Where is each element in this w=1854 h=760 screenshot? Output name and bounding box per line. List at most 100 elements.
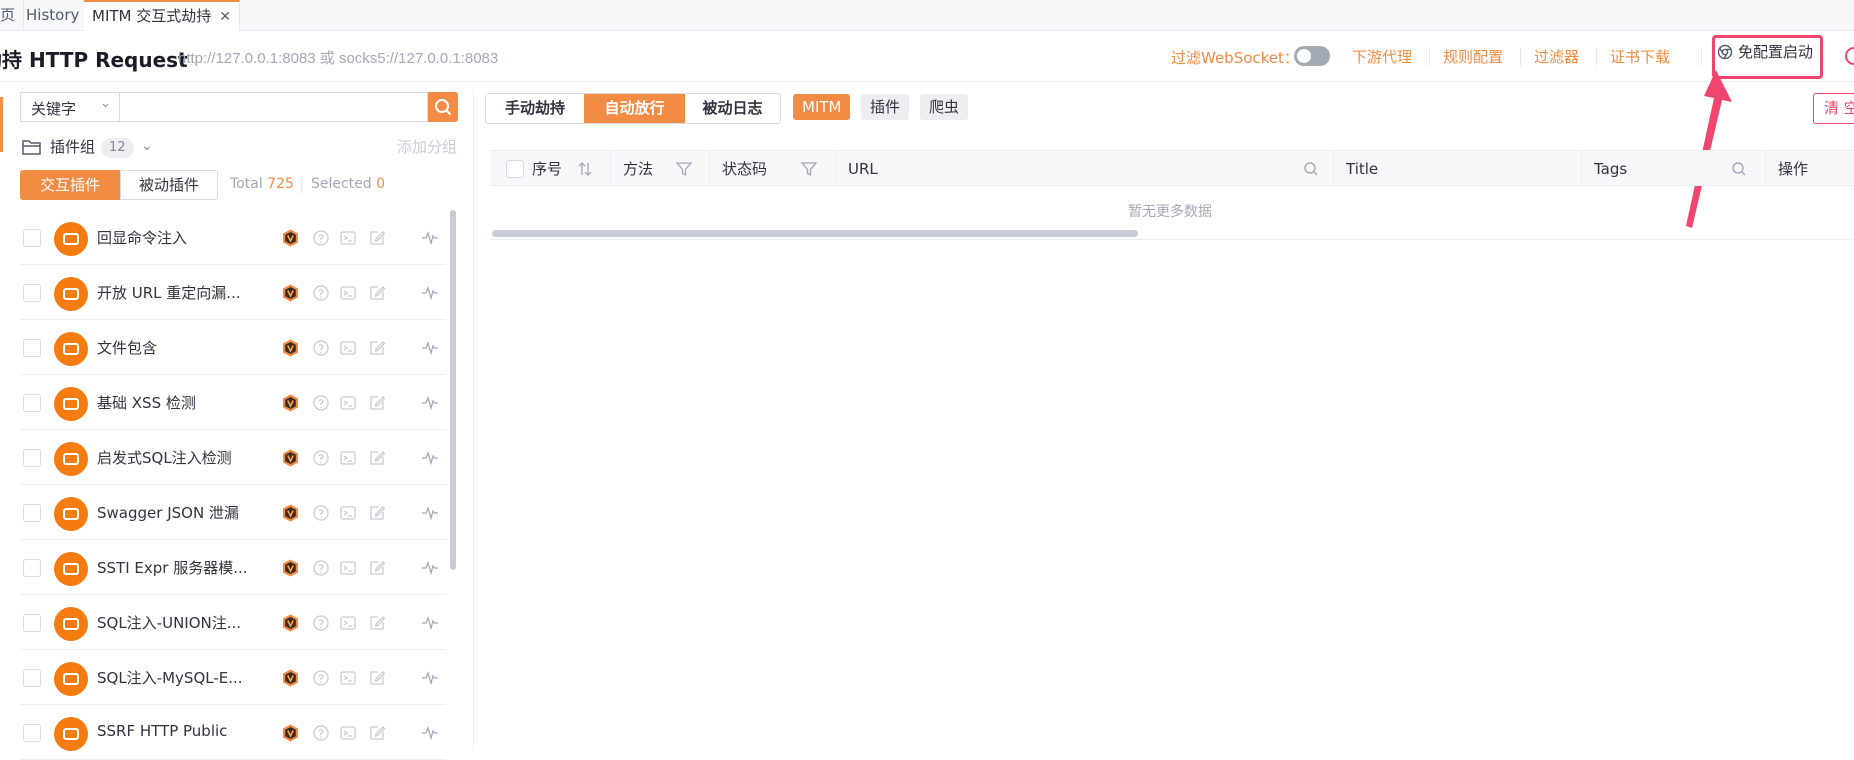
search-icon[interactable] [1302, 160, 1320, 178]
plugin-selected: Selected 0 [311, 176, 385, 192]
plugin-item[interactable]: SSRF HTTP Public [20, 705, 446, 760]
edit-icon[interactable] [368, 669, 386, 687]
plugin-checkbox[interactable] [23, 669, 41, 687]
terminal-icon[interactable] [339, 614, 357, 632]
plugin-item[interactable]: SSTI Expr 服务器模... [20, 540, 446, 595]
help-icon[interactable] [312, 284, 330, 302]
help-icon[interactable] [312, 724, 330, 742]
plugin-checkbox[interactable] [23, 229, 41, 247]
cert-download-link[interactable]: 证书下载 [1610, 46, 1670, 67]
terminal-icon[interactable] [339, 504, 357, 522]
search-type-select[interactable]: 关键字 ⌄ [20, 92, 119, 122]
search-icon[interactable] [1730, 160, 1748, 178]
terminal-icon[interactable] [339, 449, 357, 467]
manual-hijack-button[interactable]: 手动劫持 [486, 94, 584, 123]
plugin-checkbox[interactable] [23, 339, 41, 357]
plugin-item[interactable]: 回显命令注入 [20, 210, 446, 265]
auto-pass-button[interactable]: 自动放行 [584, 94, 685, 123]
plugin-checkbox[interactable] [23, 614, 41, 632]
toggle-knob [1297, 49, 1311, 63]
plugin-checkbox[interactable] [23, 394, 41, 412]
terminal-icon[interactable] [339, 724, 357, 742]
pulse-icon[interactable] [421, 669, 439, 687]
plugin-checkbox[interactable] [23, 284, 41, 302]
plugin-name: 启发式SQL注入检测 [97, 449, 232, 467]
scrollbar[interactable] [450, 210, 456, 570]
column-actions: 操作 [1766, 151, 1854, 187]
plugin-checkbox[interactable] [23, 504, 41, 522]
filter-plugin[interactable]: 插件 [861, 94, 910, 120]
help-icon[interactable] [312, 339, 330, 357]
pulse-icon[interactable] [421, 614, 439, 632]
pulse-icon[interactable] [421, 449, 439, 467]
plugin-item[interactable]: SQL注入-UNION注... [20, 595, 446, 650]
plugin-search-input[interactable] [119, 92, 428, 122]
pulse-icon[interactable] [421, 559, 439, 577]
pulse-icon[interactable] [421, 504, 439, 522]
edit-icon[interactable] [368, 724, 386, 742]
filter-icon[interactable] [800, 160, 818, 178]
tab-passive-plugins[interactable]: 被动插件 [120, 170, 218, 200]
edit-icon[interactable] [368, 614, 386, 632]
pulse-icon[interactable] [421, 284, 439, 302]
plugin-item[interactable]: SQL注入-MySQL-E... [20, 650, 446, 705]
edit-icon[interactable] [368, 229, 386, 247]
pulse-icon[interactable] [421, 229, 439, 247]
sort-icon[interactable] [576, 160, 594, 178]
filter-icon[interactable] [675, 160, 693, 178]
help-icon[interactable] [312, 559, 330, 577]
plugin-item[interactable]: 基础 XSS 检测 [20, 375, 446, 430]
edit-icon[interactable] [368, 559, 386, 577]
plugin-item[interactable]: 启发式SQL注入检测 [20, 430, 446, 485]
close-icon[interactable]: ✕ [219, 9, 231, 25]
edit-icon[interactable] [368, 394, 386, 412]
column-method: 方法 [611, 151, 710, 187]
terminal-icon[interactable] [339, 284, 357, 302]
terminal-icon[interactable] [339, 229, 357, 247]
total-value: 725 [267, 176, 294, 192]
help-icon[interactable] [312, 614, 330, 632]
pulse-icon[interactable] [421, 394, 439, 412]
edit-icon[interactable] [368, 449, 386, 467]
stop-icon[interactable] [1845, 47, 1854, 65]
plugin-group-label[interactable]: 插件组 [50, 136, 95, 157]
terminal-icon[interactable] [339, 394, 357, 412]
plugin-checkbox[interactable] [23, 559, 41, 577]
plugin-checkbox[interactable] [23, 724, 41, 742]
pulse-icon[interactable] [421, 724, 439, 742]
edit-icon[interactable] [368, 504, 386, 522]
help-icon[interactable] [312, 504, 330, 522]
divider [301, 178, 302, 194]
plugin-item[interactable]: Swagger JSON 泄漏 [20, 485, 446, 540]
help-icon[interactable] [312, 669, 330, 687]
plugin-item[interactable]: 文件包含 [20, 320, 446, 375]
pulse-icon[interactable] [421, 339, 439, 357]
terminal-icon[interactable] [339, 669, 357, 687]
add-group-button[interactable]: 添加分组 [397, 136, 457, 157]
terminal-icon[interactable] [339, 339, 357, 357]
tab-mitm[interactable]: MITM 交互式劫持 ✕ [84, 0, 240, 31]
help-icon[interactable] [312, 394, 330, 412]
search-button[interactable] [428, 92, 458, 122]
filter-mitm[interactable]: MITM [793, 94, 851, 120]
horizontal-scrollbar[interactable] [492, 230, 1138, 237]
passive-log-button[interactable]: 被动日志 [685, 94, 780, 123]
help-icon[interactable] [312, 229, 330, 247]
clear-button[interactable]: 清 空 [1813, 93, 1854, 124]
edit-icon[interactable] [368, 284, 386, 302]
chevron-down-icon[interactable]: ⌄ [141, 138, 153, 154]
tab-interactive-plugins[interactable]: 交互插件 [20, 170, 120, 200]
tab-history[interactable]: History [18, 0, 89, 31]
rule-config-link[interactable]: 规则配置 [1443, 46, 1503, 67]
edit-icon[interactable] [368, 339, 386, 357]
terminal-icon[interactable] [339, 559, 357, 577]
filter-link[interactable]: 过滤器 [1534, 46, 1579, 67]
plugin-item[interactable]: 开放 URL 重定向漏... [20, 265, 446, 320]
plugin-checkbox[interactable] [23, 449, 41, 467]
downstream-proxy-link[interactable]: 下游代理 [1352, 46, 1412, 67]
no-config-start-button[interactable]: 免配置启动 [1717, 41, 1813, 62]
help-icon[interactable] [312, 449, 330, 467]
websocket-filter-toggle[interactable] [1294, 46, 1330, 66]
filter-crawler[interactable]: 爬虫 [920, 94, 969, 120]
select-all-checkbox[interactable] [506, 160, 524, 178]
